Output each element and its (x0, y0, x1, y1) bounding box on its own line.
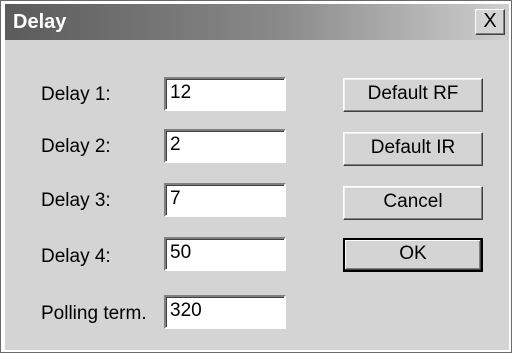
cancel-button[interactable]: Cancel (343, 186, 483, 220)
delay-2-label: Delay 2: (41, 136, 111, 157)
close-icon[interactable]: X (475, 9, 505, 35)
dialog-body: Delay 1: 12 Delay 2: 2 Delay 3: 7 Delay … (5, 40, 509, 350)
delay-1-input[interactable]: 12 (164, 77, 286, 111)
polling-term-label: Polling term. (41, 303, 147, 324)
delay-3-label: Delay 3: (41, 190, 111, 211)
delay-dialog: Delay X Delay 1: 12 Delay 2: 2 Delay 3: … (0, 0, 512, 353)
default-ir-button[interactable]: Default IR (343, 132, 483, 166)
delay-1-label: Delay 1: (41, 84, 111, 105)
default-rf-button[interactable]: Default RF (343, 78, 483, 112)
delay-4-label: Delay 4: (41, 246, 111, 267)
ok-button[interactable]: OK (343, 238, 483, 272)
dialog-title: Delay (13, 11, 67, 33)
delay-3-input[interactable]: 7 (164, 183, 286, 217)
delay-2-input[interactable]: 2 (164, 129, 286, 163)
title-bar[interactable]: Delay X (5, 4, 509, 40)
polling-term-input[interactable]: 320 (164, 295, 286, 329)
delay-4-input[interactable]: 50 (164, 237, 286, 271)
